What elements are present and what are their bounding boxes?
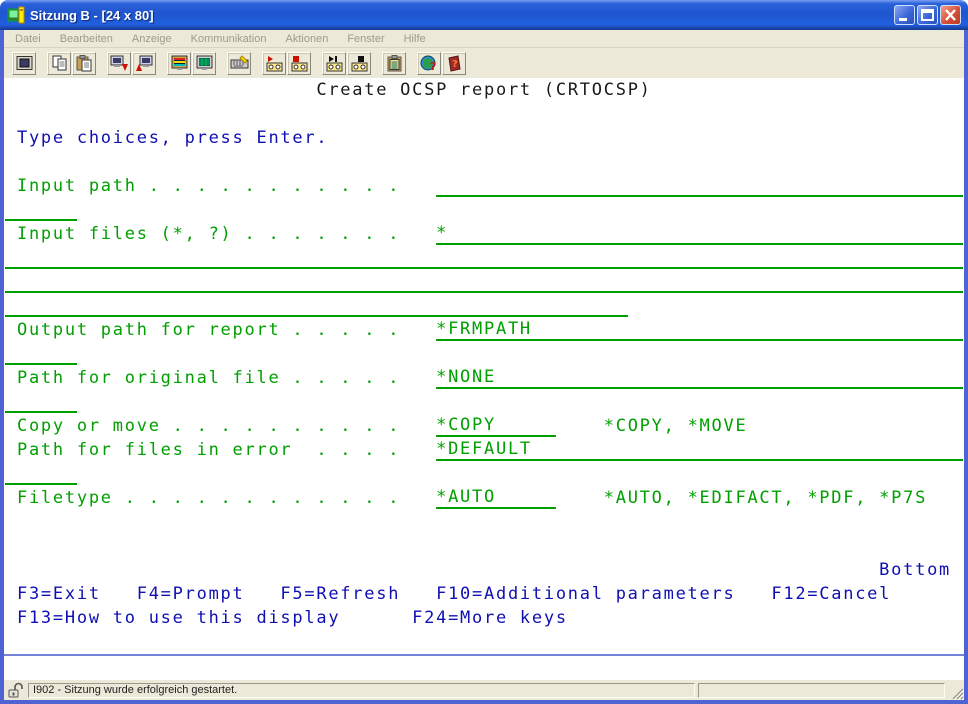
terminal-input-field[interactable]: *NONE (436, 366, 963, 389)
status-message-panel: I902 - Sitzung wurde erfolgreich gestart… (28, 683, 695, 698)
terminal-input-field[interactable] (5, 294, 628, 317)
web-help-icon: ? (420, 55, 439, 72)
paste-icon (75, 55, 94, 72)
session-app-icon (7, 6, 25, 24)
display-setup-button[interactable] (167, 52, 191, 75)
display-session-button[interactable] (192, 52, 216, 75)
terminal-screen[interactable]: Create OCSP report (CRTOCSP) Type choices… (4, 78, 964, 654)
terminal-input-field[interactable] (436, 174, 963, 197)
stop-macro-button[interactable] (347, 52, 371, 75)
terminal-text: Output path for report . . . . . (17, 318, 400, 342)
terminal-input-field[interactable] (5, 342, 77, 365)
terminal-text: Path for original file . . . . . (17, 366, 400, 390)
terminal-input-field[interactable]: *FRMPATH (436, 318, 963, 341)
menu-item-hilfe[interactable]: Hilfe (404, 33, 426, 45)
maximize-icon (919, 7, 936, 23)
terminal-text: Input path . . . . . . . . . . . (17, 174, 400, 198)
help-icon: ? (445, 55, 464, 72)
terminal-input-field[interactable] (5, 270, 963, 293)
toolbar: ? ? (4, 48, 964, 78)
terminal-input-field[interactable] (5, 198, 77, 221)
quit-record-icon (290, 55, 309, 72)
terminal-input-field[interactable]: *COPY (436, 414, 556, 437)
terminal-text: Path for files in error . . . . (17, 438, 400, 462)
terminal-text: Filetype . . . . . . . . . . . . (17, 486, 400, 510)
web-help-button[interactable]: ? (417, 52, 441, 75)
close-icon (942, 7, 959, 23)
minimize-button[interactable] (894, 5, 915, 25)
menu-item-kommunikation[interactable]: Kommunikation (191, 33, 267, 45)
record-macro-button[interactable] (262, 52, 286, 75)
terminal-text: Type choices, press Enter. (17, 126, 328, 150)
terminal-text: Create OCSP report (CRTOCSP) (316, 78, 651, 102)
menu-item-bearbeiten[interactable]: Bearbeiten (60, 33, 113, 45)
display-setup-icon (170, 55, 189, 72)
status-bar: I902 - Sitzung wurde erfolgreich gestart… (4, 680, 964, 700)
status-message: I902 - Sitzung wurde erfolgreich gestart… (33, 684, 237, 696)
session-window: Sitzung B - [24 x 80] Datei Bearbeiten Anz… (0, 0, 968, 704)
terminal-input-field[interactable]: * (436, 222, 963, 245)
terminal-text: Bottom (879, 558, 951, 582)
menu-bar: Datei Bearbeiten Anzeige Kommunikation Aktio… (4, 30, 964, 48)
copy-button[interactable] (47, 52, 71, 75)
keyboard-setup-button[interactable] (227, 52, 251, 75)
terminal-text: F3=Exit F4=Prompt F5=Refresh F10=Additio… (17, 582, 891, 606)
help-button[interactable]: ? (442, 52, 466, 75)
receive-file-button[interactable] (132, 52, 156, 75)
window-border-bottom (0, 700, 968, 704)
svg-text:?: ? (452, 59, 458, 70)
terminal-text: Input files (*, ?) . . . . . . . (17, 222, 400, 246)
terminal-input-field[interactable]: *AUTO (436, 486, 556, 509)
terminal-text: F13=How to use this display F24=More key… (17, 606, 568, 630)
terminal-input-field[interactable] (5, 462, 77, 485)
terminal-text: Copy or move . . . . . . . . . . (17, 414, 400, 438)
terminal-input-field[interactable] (5, 390, 77, 413)
window-border-left (0, 30, 4, 700)
menu-item-aktionen[interactable]: Aktionen (286, 33, 329, 45)
window-title: Sitzung B - [24 x 80] (30, 8, 154, 23)
resize-grip[interactable] (951, 687, 964, 700)
play-macro-icon (325, 55, 344, 72)
status-secondary-panel (698, 683, 945, 698)
title-bar[interactable]: Sitzung B - [24 x 80] (0, 0, 968, 30)
keyboard-setup-icon (230, 55, 249, 72)
copy-icon (50, 55, 69, 72)
play-macro-button[interactable] (322, 52, 346, 75)
window-border-right (964, 30, 968, 700)
menu-item-fenster[interactable]: Fenster (347, 33, 384, 45)
unlocked-padlock-icon (7, 682, 25, 698)
send-file-icon (110, 55, 129, 72)
send-file-button[interactable] (107, 52, 131, 75)
close-button[interactable] (940, 5, 961, 25)
terminal-text: *COPY, *MOVE (604, 414, 748, 438)
oia-area (4, 656, 964, 680)
print-screen-icon (15, 55, 34, 72)
minimize-icon (896, 7, 913, 23)
stop-macro-icon (350, 55, 369, 72)
svg-text:?: ? (430, 60, 436, 72)
menu-item-datei[interactable]: Datei (15, 33, 41, 45)
menu-item-anzeige[interactable]: Anzeige (132, 33, 172, 45)
receive-file-icon (135, 55, 154, 72)
terminal-input-field[interactable]: *DEFAULT (436, 438, 963, 461)
terminal-text: *AUTO, *EDIFACT, *PDF, *P7S (604, 486, 927, 510)
record-macro-icon (265, 55, 284, 72)
clipboard-button[interactable] (382, 52, 406, 75)
quit-record-button[interactable] (287, 52, 311, 75)
paste-button[interactable] (72, 52, 96, 75)
display-session-icon (195, 55, 214, 72)
maximize-button[interactable] (917, 5, 938, 25)
print-screen-button[interactable] (12, 52, 36, 75)
clipboard-icon (385, 55, 404, 72)
terminal-input-field[interactable] (5, 246, 963, 269)
